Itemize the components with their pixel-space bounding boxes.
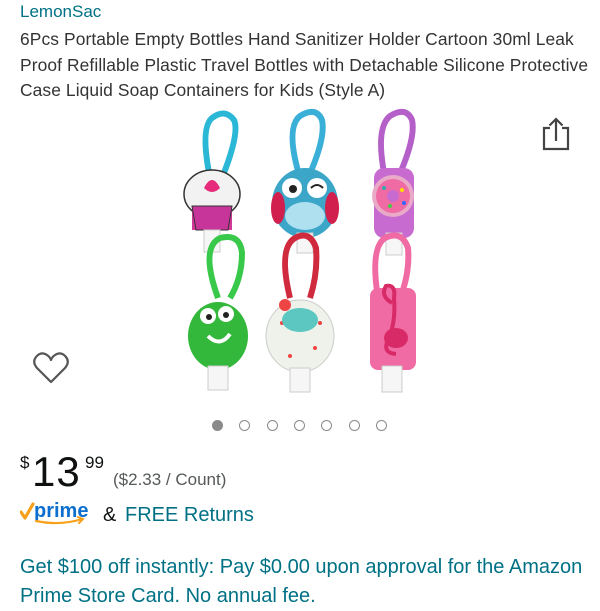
price-per-unit: ($2.33 / Count) bbox=[113, 470, 227, 489]
share-icon[interactable] bbox=[540, 116, 572, 152]
price-fraction: 99 bbox=[85, 453, 104, 472]
carousel-dot[interactable] bbox=[239, 420, 251, 431]
product-image[interactable] bbox=[160, 108, 440, 400]
carousel-dot[interactable] bbox=[348, 420, 360, 431]
carousel-dot[interactable] bbox=[375, 420, 387, 431]
price-symbol: $ bbox=[20, 453, 30, 472]
carousel-dot[interactable] bbox=[212, 420, 223, 431]
price-whole: 13 bbox=[32, 448, 81, 495]
prime-row: prime & FREE Returns bbox=[20, 500, 420, 530]
free-returns-link[interactable]: FREE Returns bbox=[125, 504, 254, 527]
prime-logo: prime bbox=[20, 500, 88, 525]
brand-link[interactable]: LemonSac bbox=[20, 1, 101, 23]
carousel-dot[interactable] bbox=[293, 420, 305, 431]
promo-link[interactable]: Get $100 off instantly: Pay $0.00 upon a… bbox=[20, 553, 595, 611]
heart-icon[interactable] bbox=[32, 350, 70, 386]
ampersand: & bbox=[103, 504, 117, 526]
carousel-dot[interactable] bbox=[266, 420, 278, 431]
product-title: 6Pcs Portable Empty Bottles Hand Sanitiz… bbox=[20, 29, 589, 100]
carousel-dot[interactable] bbox=[321, 420, 333, 431]
